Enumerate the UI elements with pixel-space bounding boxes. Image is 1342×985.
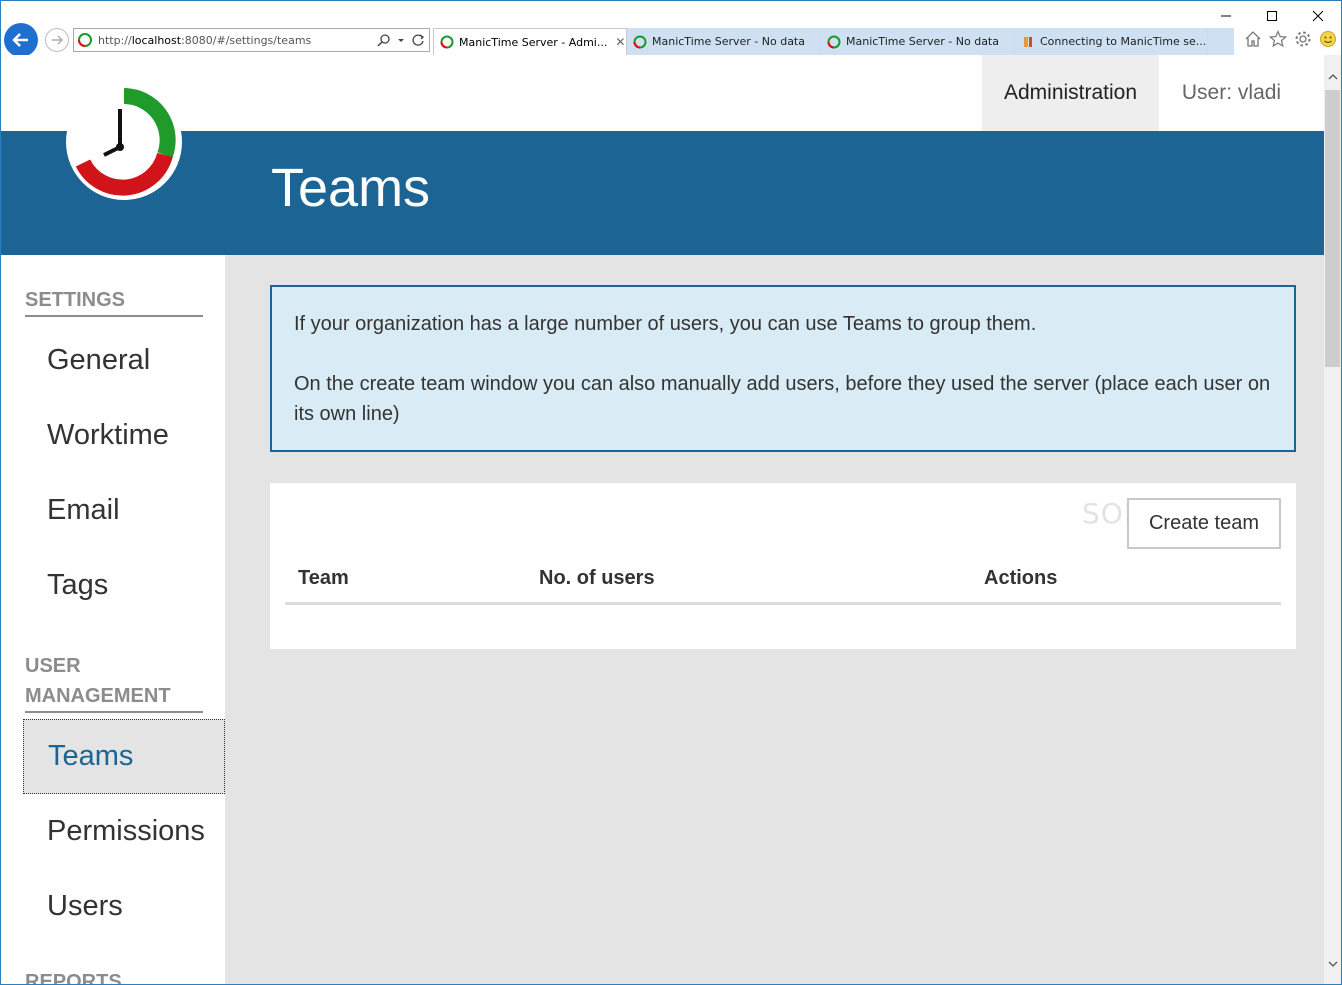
page-banner: Teams xyxy=(1,131,1324,255)
close-icon xyxy=(1312,10,1324,22)
page-content: Administration User: vladi Teams SETTING… xyxy=(1,55,1324,985)
manictime-favicon-icon xyxy=(827,35,841,48)
smiley-icon[interactable] xyxy=(1319,30,1337,48)
chevron-down-icon[interactable] xyxy=(397,33,405,47)
create-team-button[interactable]: Create team xyxy=(1127,498,1281,549)
teams-table-header: Team No. of users Actions xyxy=(285,555,1281,605)
sidebar-item-permissions[interactable]: Permissions xyxy=(1,794,225,869)
page-title: Teams xyxy=(271,158,431,218)
info-text-1: If your organization has a large number … xyxy=(294,313,1037,335)
address-tools xyxy=(377,33,425,47)
teams-card: SOFTPEDIA Create team Team No. of users … xyxy=(270,483,1296,649)
column-header-team[interactable]: Team xyxy=(298,567,349,590)
window-controls xyxy=(1203,1,1341,31)
minimize-button[interactable] xyxy=(1203,1,1249,31)
refresh-icon[interactable] xyxy=(411,33,425,47)
chevron-up-icon xyxy=(1328,74,1337,80)
home-icon[interactable] xyxy=(1244,30,1262,48)
nav-user-menu[interactable]: User: vladi xyxy=(1159,55,1304,131)
gear-icon[interactable] xyxy=(1294,30,1312,48)
arrow-right-icon xyxy=(52,35,63,45)
scroll-down-button[interactable] xyxy=(1324,956,1341,972)
sidebar-item-teams[interactable]: Teams xyxy=(23,719,225,794)
star-icon[interactable] xyxy=(1269,30,1287,48)
chevron-down-icon xyxy=(1328,961,1337,967)
scroll-up-button[interactable] xyxy=(1324,69,1341,85)
sidebar-heading-reports: REPORTS xyxy=(25,971,122,985)
tab-no-data-1[interactable]: ManicTime Server - No data xyxy=(627,28,821,55)
column-header-users-count[interactable]: No. of users xyxy=(539,567,655,590)
new-tab-button[interactable] xyxy=(1208,28,1234,55)
back-button[interactable] xyxy=(4,23,38,57)
sidebar-item-general[interactable]: General xyxy=(1,323,225,398)
page-scrollbar[interactable] xyxy=(1324,55,1341,984)
tab-no-data-2[interactable]: ManicTime Server - No data xyxy=(821,28,1015,55)
settings-sidebar: SETTINGS General Worktime Email Tags USE… xyxy=(1,255,225,985)
tab-connecting[interactable]: Connecting to ManicTime se... xyxy=(1015,28,1208,55)
tab-admin[interactable]: ManicTime Server - Admi... ✕ xyxy=(433,28,627,55)
close-window-button[interactable] xyxy=(1295,1,1341,31)
sidebar-item-tags[interactable]: Tags xyxy=(1,548,225,623)
browser-chrome: http://localhost:8080/#/settings/teams M… xyxy=(1,1,1341,57)
nav-administration[interactable]: Administration xyxy=(982,55,1159,131)
info-text-2: On the create team window you can also m… xyxy=(294,373,1271,425)
teams-info-box: If your organization has a large number … xyxy=(270,285,1296,452)
sidebar-heading-settings: SETTINGS xyxy=(25,285,203,317)
sidebar-item-users[interactable]: Users xyxy=(1,869,225,944)
site-favicon-icon xyxy=(78,33,92,47)
manictime-favicon-icon xyxy=(633,35,647,48)
connecting-favicon-icon xyxy=(1024,36,1032,47)
sidebar-item-email[interactable]: Email xyxy=(1,473,225,548)
sidebar-item-worktime[interactable]: Worktime xyxy=(1,398,225,473)
scroll-thumb[interactable] xyxy=(1325,90,1340,367)
manictime-logo[interactable] xyxy=(65,83,183,201)
browser-toolbar-icons xyxy=(1244,30,1337,48)
forward-button[interactable] xyxy=(45,28,69,52)
manictime-favicon-icon xyxy=(440,35,454,49)
column-header-actions: Actions xyxy=(984,567,1058,589)
url-text: http://localhost:8080/#/settings/teams xyxy=(98,33,312,47)
top-nav: Administration User: vladi xyxy=(1,55,1324,131)
arrow-left-icon xyxy=(12,33,28,47)
maximize-icon xyxy=(1267,11,1277,21)
tab-strip: ManicTime Server - Admi... ✕ ManicTime S… xyxy=(433,28,1208,55)
address-bar[interactable]: http://localhost:8080/#/settings/teams xyxy=(73,28,430,52)
tab-close-icon[interactable]: ✕ xyxy=(615,35,625,49)
maximize-button[interactable] xyxy=(1249,1,1295,31)
minimize-icon xyxy=(1221,15,1231,17)
sidebar-heading-user-management: USER MANAGEMENT xyxy=(25,651,203,713)
search-icon[interactable] xyxy=(377,33,391,47)
browser-window: http://localhost:8080/#/settings/teams M… xyxy=(0,0,1342,985)
